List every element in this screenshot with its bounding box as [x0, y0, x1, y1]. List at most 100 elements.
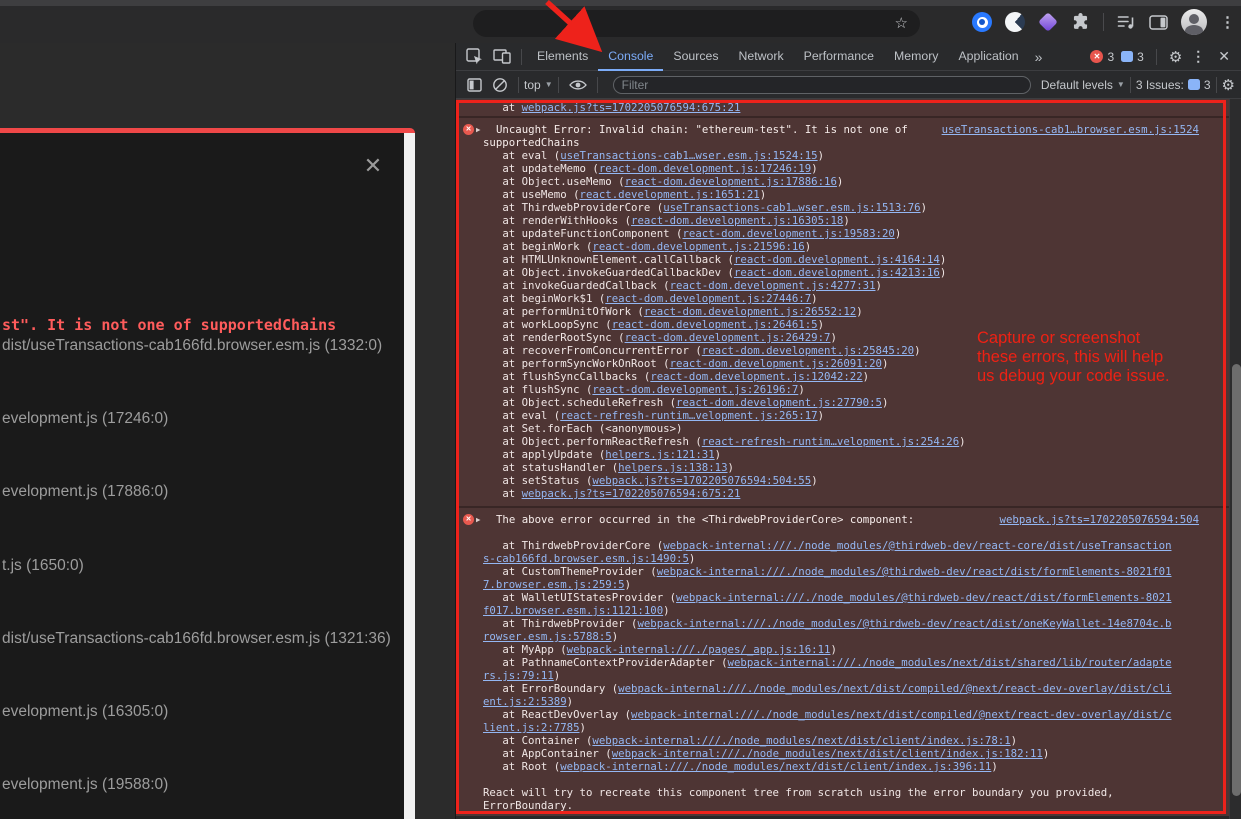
source-location-link[interactable]: webpack.js?ts=1702205076594:504 [1000, 513, 1199, 526]
stack-frame-link[interactable]: react.development.js:1651:21 [580, 188, 760, 201]
nextjs-error-overlay: st". It is not one of supportedChains di… [0, 133, 404, 819]
stack-frame-prefix: at eval ( [483, 149, 560, 162]
stack-frame-link[interactable]: webpack.js?ts=1702205076594:675:21 [522, 101, 741, 114]
stack-frame-line: at flushSync (react-dom.development.js:2… [483, 383, 1199, 396]
console-settings-gear-icon[interactable]: ⚙ [1222, 76, 1235, 94]
stack-frame-link[interactable]: react-dom.development.js:21596:16 [592, 240, 804, 253]
stack-frame-link[interactable]: react-refresh-runtim…velopment.js:265:17 [560, 409, 817, 422]
stack-frame-link[interactable]: react-dom.development.js:26091:20 [670, 357, 882, 370]
bookmark-star-icon[interactable]: ☆ [895, 16, 908, 31]
extension-icon-clock[interactable] [1005, 12, 1025, 32]
stack-frame-link[interactable]: webpack-internal:///./node_modules/next/… [612, 747, 1043, 760]
stack-frame-link[interactable]: webpack-internal:///./pages/_app.js:16:1… [567, 643, 831, 656]
console-sidebar-icon[interactable] [462, 78, 487, 92]
stack-frame-suffix: ) [580, 721, 586, 734]
stack-frame-suffix: ) [715, 448, 721, 461]
stack-frame-link[interactable]: react-refresh-runtim…velopment.js:254:26 [702, 435, 959, 448]
extension-icon-blue-ring[interactable] [972, 12, 992, 32]
expand-triangle-icon[interactable]: ▶ [476, 513, 481, 526]
extension-icon-purple-gem[interactable] [1038, 12, 1058, 32]
stack-frame-link[interactable]: webpack-internal:///./node_modules/next/… [560, 760, 991, 773]
playlist-icon[interactable] [1117, 15, 1136, 30]
expand-triangle-icon[interactable]: ▶ [476, 123, 481, 136]
tab-memory[interactable]: Memory [884, 43, 948, 71]
stack-frame-prefix: at flushSync ( [483, 383, 592, 396]
devtools-settings-gear-icon[interactable]: ⚙ [1169, 48, 1182, 66]
context-selector[interactable]: top ▼ [524, 78, 553, 92]
log-levels-selector[interactable]: Default levels ▼ [1041, 78, 1125, 92]
stack-frame-link[interactable]: react-dom.development.js:4213:16 [734, 266, 940, 279]
stack-frame-line: at Object.performReactRefresh (react-ref… [483, 435, 1199, 448]
stack-frame-suffix: ) [612, 630, 618, 643]
stack-frame-suffix: ) [895, 227, 901, 240]
tab-performance[interactable]: Performance [794, 43, 884, 71]
stack-frame-suffix: ) [921, 201, 927, 214]
console-errors-badge[interactable]: ✕ 3 [1090, 50, 1114, 64]
stack-frame-link[interactable]: react-dom.development.js:26552:12 [644, 305, 856, 318]
issues-counter[interactable]: 3 Issues: 3 [1136, 78, 1211, 92]
stack-frame-line: at setStatus (webpack.js?ts=170220507659… [483, 474, 1199, 487]
devtools-menu-kebab-icon[interactable]: ⋮ [1189, 48, 1207, 65]
stack-frame-link[interactable]: react-dom.development.js:4164:14 [734, 253, 940, 266]
scrollbar-thumb[interactable] [1232, 364, 1241, 796]
toolbar-divider [1216, 77, 1217, 93]
stack-frame-suffix: ) [1011, 734, 1017, 747]
stack-frame-line: at applyUpdate (helpers.js:121:31) [483, 448, 1199, 461]
stack-frame-link[interactable]: react-dom.development.js:26461:5 [612, 318, 818, 331]
stack-frame-fragment: evelopment.js (17886:0) [2, 483, 168, 501]
tab-application[interactable]: Application [948, 43, 1028, 71]
console-messages-badge[interactable]: 3 [1121, 50, 1144, 64]
tab-console[interactable]: Console [598, 43, 663, 71]
stack-frame-link[interactable]: react-dom.development.js:27790:5 [676, 396, 882, 409]
stack-frame-suffix: ) [940, 266, 946, 279]
stack-frame-link[interactable]: useTransactions-cab1…wser.esm.js:1513:76 [663, 201, 920, 214]
stack-frame-link[interactable]: react-dom.development.js:26196:7 [592, 383, 798, 396]
stack-frame-link[interactable]: react-dom.development.js:17886:16 [625, 175, 837, 188]
profile-avatar[interactable] [1181, 9, 1207, 35]
stack-frame-prefix: at workLoopSync ( [483, 318, 612, 331]
stack-frame-fragment: evelopment.js (16305:0) [2, 703, 168, 721]
tab-sources[interactable]: Sources [663, 43, 728, 71]
stack-frame-link[interactable]: react-dom.development.js:17246:19 [599, 162, 811, 175]
stack-frame-link[interactable]: react-dom.development.js:25845:20 [702, 344, 914, 357]
source-location-link[interactable]: useTransactions-cab1…browser.esm.js:1524 [942, 123, 1199, 136]
stack-frame-link[interactable]: react-dom.development.js:4277:31 [670, 279, 876, 292]
stack-frame-prefix: at statusHandler ( [483, 461, 618, 474]
devtools-tab-bar: ElementsConsoleSourcesNetworkPerformance… [456, 43, 1241, 71]
console-scrollbar[interactable] [1229, 99, 1241, 819]
live-expression-eye-icon[interactable] [564, 79, 592, 91]
overlay-scrollbar[interactable] [404, 133, 415, 819]
stack-frame-link[interactable]: helpers.js:121:31 [605, 448, 714, 461]
stack-frame-link[interactable]: react-dom.development.js:26429:7 [625, 331, 831, 344]
console-filter-input[interactable] [613, 76, 1031, 94]
more-tabs-button[interactable]: » [1029, 49, 1049, 65]
devtools-panel: ElementsConsoleSourcesNetworkPerformance… [455, 43, 1241, 819]
stack-frame-link[interactable]: react-dom.development.js:16305:18 [631, 214, 843, 227]
stack-frame-link[interactable]: useTransactions-cab1…wser.esm.js:1524:15 [560, 149, 817, 162]
stack-frame-link[interactable]: react-dom.development.js:12042:22 [650, 370, 862, 383]
stack-frame-suffix: ) [760, 188, 766, 201]
stack-frame-link[interactable]: webpack.js?ts=1702205076594:504:55 [592, 474, 811, 487]
extensions-puzzle-icon[interactable] [1071, 12, 1090, 32]
stack-frame-link[interactable]: webpack.js?ts=1702205076594:675:21 [522, 487, 741, 500]
stack-frame-prefix: at Root ( [483, 760, 560, 773]
stack-frame-line: at HTMLUnknownElement.callCallback (reac… [483, 253, 1199, 266]
stack-frame-link[interactable]: helpers.js:138:13 [618, 461, 727, 474]
close-icon[interactable]: ✕ [360, 153, 386, 179]
side-panel-icon[interactable] [1149, 15, 1168, 30]
tab-elements[interactable]: Elements [527, 43, 598, 71]
browser-menu-kebab-icon[interactable]: ⋮ [1220, 13, 1235, 31]
tab-network[interactable]: Network [729, 43, 794, 71]
stack-frame-link[interactable]: react-dom.development.js:27446:7 [605, 292, 811, 305]
stack-frame-link[interactable]: webpack-internal:///./node_modules/next/… [592, 734, 1010, 747]
stack-frame-suffix: ) [959, 435, 965, 448]
stack-frame-line: at Set.forEach (<anonymous>) [483, 422, 1199, 435]
toolbar-divider [1130, 77, 1131, 93]
stack-frame-link[interactable]: react-dom.development.js:19583:20 [682, 227, 894, 240]
device-toolbar-icon[interactable] [488, 49, 516, 64]
clear-console-icon[interactable] [487, 77, 513, 93]
stack-frame-prefix: at setStatus ( [483, 474, 592, 487]
inspect-icon[interactable] [461, 48, 488, 65]
address-bar[interactable]: ☆ [473, 10, 920, 37]
devtools-close-icon[interactable]: ✕ [1214, 48, 1234, 65]
